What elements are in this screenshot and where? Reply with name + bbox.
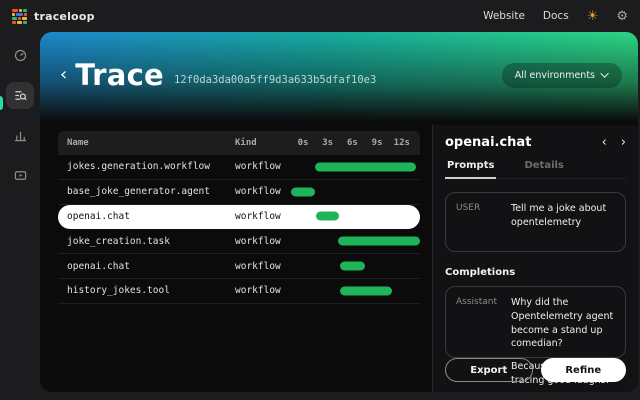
span-table: Name Kind 0s 3s 6s 9s 12s jokes.generation.w… <box>40 125 432 392</box>
table-row[interactable]: base_joke_generator.agent workflow <box>58 180 420 205</box>
table-row[interactable]: history_jokes.tool workflow <box>58 279 420 304</box>
span-title: openai.chat <box>445 135 531 150</box>
timeline-tick: 6s <box>347 138 358 148</box>
timeline-tick: 0s <box>298 138 309 148</box>
brand-name: traceloop <box>34 10 95 23</box>
timeline-tick: 12s <box>394 138 410 148</box>
row-kind: workflow <box>235 186 290 197</box>
timeline-axis: 0s 3s 6s 9s 12s <box>290 131 420 155</box>
row-name: openai.chat <box>58 261 235 272</box>
refine-button[interactable]: Refine <box>541 358 627 382</box>
settings-gear-icon[interactable]: ⚙ <box>616 10 628 23</box>
column-header-kind: Kind <box>235 138 290 148</box>
environment-selector[interactable]: All environments <box>502 63 622 88</box>
timeline-bar <box>315 162 416 171</box>
row-name: history_jokes.tool <box>58 285 235 296</box>
prompt-text: Tell me a joke about opentelemetry <box>511 202 615 242</box>
page-title: Trace <box>75 58 164 92</box>
row-kind: workflow <box>235 211 290 222</box>
row-kind: workflow <box>235 236 290 247</box>
link-website[interactable]: Website <box>483 10 525 22</box>
completion-text: Why did the Opentelemetry agent become a… <box>511 296 615 348</box>
row-name: openai.chat <box>58 211 235 222</box>
tab-prompts[interactable]: Prompts <box>445 160 496 179</box>
environment-selector-label: All environments <box>515 70 595 81</box>
prev-span-icon[interactable]: ‹ <box>602 136 607 149</box>
sidebar-item-dashboard[interactable] <box>6 42 34 69</box>
active-nav-indicator <box>0 96 3 110</box>
tab-details[interactable]: Details <box>522 160 565 178</box>
bar-chart-icon <box>14 129 27 142</box>
back-chevron-icon[interactable]: ‹ <box>60 66 67 84</box>
media-screen-icon <box>14 169 27 182</box>
completions-heading: Completions <box>445 267 626 278</box>
table-header: Name Kind 0s 3s 6s 9s 12s <box>58 131 420 155</box>
chevron-down-icon <box>600 69 608 77</box>
next-span-icon[interactable]: › <box>621 136 626 149</box>
row-kind: workflow <box>235 261 290 272</box>
table-row[interactable]: openai.chat workflow <box>58 254 420 279</box>
table-rows: jokes.generation.workflow workflow base_… <box>58 155 420 304</box>
main-content: ‹ Trace 12f0da3da00a5ff9d3a633b5dfaf10e3… <box>40 32 638 392</box>
trace-header: ‹ Trace 12f0da3da00a5ff9d3a633b5dfaf10e3… <box>40 32 638 125</box>
link-docs[interactable]: Docs <box>543 10 569 22</box>
row-kind: workflow <box>235 285 290 296</box>
row-kind: workflow <box>235 161 290 172</box>
timeline-bar <box>338 237 420 246</box>
sidebar-item-analytics[interactable] <box>6 122 34 149</box>
timeline-tick: 9s <box>372 138 383 148</box>
sidebar-item-sessions[interactable] <box>6 162 34 189</box>
prompt-message: USER Tell me a joke about opentelemetry <box>445 192 626 252</box>
topbar: traceloop Website Docs ☀ ⚙ <box>0 0 640 32</box>
table-row[interactable]: joke_creation.task workflow <box>58 229 420 254</box>
theme-toggle-sun-icon[interactable]: ☀ <box>587 10 599 23</box>
gauge-icon <box>14 49 27 62</box>
sidebar-item-traces[interactable] <box>6 82 34 109</box>
prompt-role-label: USER <box>456 202 511 242</box>
row-name: base_joke_generator.agent <box>58 186 235 197</box>
timeline-bar <box>316 212 339 221</box>
timeline-tick: 3s <box>322 138 333 148</box>
trace-search-icon <box>14 89 27 102</box>
trace-id: 12f0da3da00a5ff9d3a633b5dfaf10e3 <box>174 74 376 86</box>
row-name: jokes.generation.workflow <box>58 161 235 172</box>
span-detail-panel: openai.chat ‹ › Prompts Details USER Tel… <box>432 125 638 392</box>
export-button[interactable]: Export <box>445 358 533 382</box>
table-row[interactable]: openai.chat workflow <box>58 205 420 230</box>
traceloop-logo-icon <box>12 9 27 24</box>
timeline-bar <box>340 286 392 295</box>
table-row[interactable]: jokes.generation.workflow workflow <box>58 155 420 180</box>
timeline-bar <box>340 262 365 271</box>
completion-message: Assistant Why did the Opentelemetry agen… <box>445 286 626 358</box>
timeline-bar <box>291 187 314 196</box>
row-name: joke_creation.task <box>58 236 235 247</box>
sidebar <box>0 32 40 400</box>
brand[interactable]: traceloop <box>12 9 95 24</box>
column-header-name: Name <box>58 138 235 148</box>
completion-role-label: Assistant <box>456 296 511 348</box>
